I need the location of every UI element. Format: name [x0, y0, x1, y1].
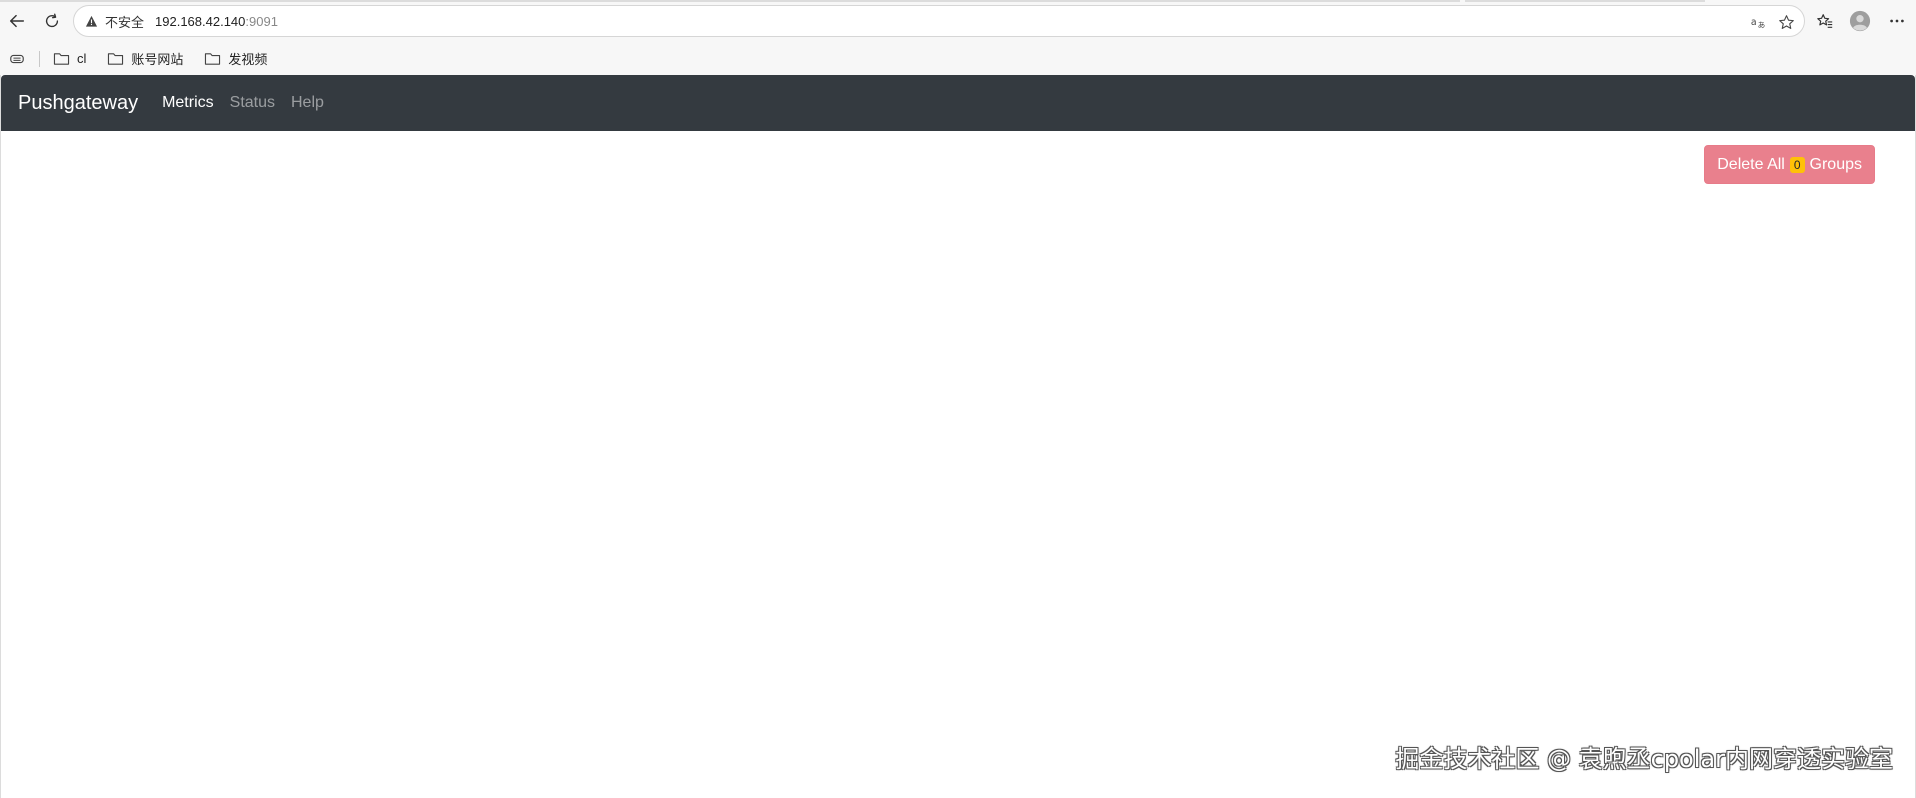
watermark-text: 掘金技术社区 @ 袁煦丞cpolar内网穿透实验室	[1395, 745, 1893, 773]
folder-icon	[107, 51, 125, 67]
nav-link-help[interactable]: Help	[291, 94, 324, 112]
url-host[interactable]: 192.168.42.140	[155, 14, 245, 29]
tab-strip-edge	[0, 0, 1460, 2]
bookmarks-bar: cl 账号网站 发视频	[0, 42, 1916, 75]
more-menu-icon[interactable]	[1885, 9, 1909, 33]
delete-button-suffix: Groups	[1809, 155, 1862, 173]
favorite-star-icon[interactable]	[1776, 12, 1796, 32]
bookmark-label: cl	[77, 51, 87, 66]
nav-link-status[interactable]: Status	[230, 94, 275, 112]
nav-link-metrics[interactable]: Metrics	[162, 94, 214, 112]
tab-strip-edge	[1465, 0, 1705, 2]
browser-toolbar: 不安全 192.168.42.140:9091 aあ	[0, 0, 1916, 42]
translate-icon[interactable]: aあ	[1748, 12, 1768, 32]
delete-all-groups-button[interactable]: Delete All 0 Groups	[1704, 145, 1875, 184]
page-content: Pushgateway Metrics Status Help Delete A…	[0, 75, 1916, 798]
bookmark-folder-accounts[interactable]: 账号网站	[103, 47, 187, 71]
bookmark-label: 发视频	[228, 52, 268, 67]
back-arrow-icon	[9, 14, 25, 28]
brand-link[interactable]: Pushgateway	[18, 92, 138, 115]
url-port[interactable]: :9091	[245, 14, 278, 29]
group-count-badge: 0	[1789, 156, 1805, 173]
folder-icon	[53, 51, 71, 67]
profile-avatar-icon[interactable]	[1848, 9, 1872, 33]
svg-text:あ: あ	[1757, 20, 1765, 29]
bookmark-folder-videos[interactable]: 发视频	[200, 47, 271, 71]
warning-icon	[84, 14, 98, 28]
bookmark-separator	[39, 50, 40, 67]
top-navbar: Pushgateway Metrics Status Help	[1, 75, 1915, 131]
delete-button-label: Delete All	[1717, 155, 1785, 173]
bookmark-folder-cl[interactable]: cl	[49, 47, 90, 71]
back-button[interactable]	[2, 7, 32, 35]
bookmark-label: 账号网站	[131, 52, 184, 67]
address-bar[interactable]: 不安全 192.168.42.140:9091 aあ	[73, 5, 1805, 37]
favorites-icon[interactable]	[1813, 9, 1837, 33]
reload-icon	[45, 13, 59, 28]
folder-icon	[204, 51, 222, 67]
reload-button[interactable]	[37, 7, 67, 35]
svg-text:a: a	[1750, 17, 1756, 28]
collections-icon[interactable]	[8, 50, 26, 68]
insecure-label[interactable]: 不安全	[105, 12, 144, 31]
